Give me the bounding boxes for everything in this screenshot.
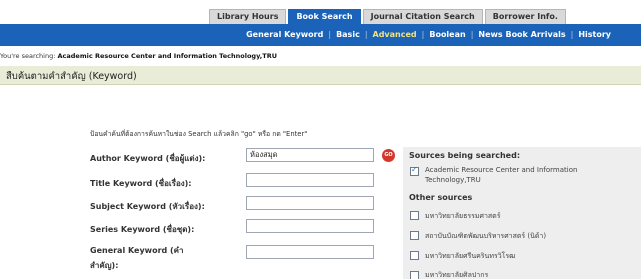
source-label-other-2: สถาบันบัณฑิตพัฒนบริหารศาสตร์ (นิด้า) — [425, 232, 547, 240]
source-label-other-1: มหาวิทยาลัยธรรมศาสตร์ — [425, 212, 501, 220]
author-keyword-input[interactable] — [246, 148, 374, 162]
tab-journal-citation-search[interactable]: Journal Citation Search — [362, 9, 483, 24]
title-keyword-input[interactable] — [246, 173, 374, 187]
source-checkbox-other-1[interactable] — [410, 211, 419, 220]
section-title: สืบค้นตามคำสำคัญ (Keyword) — [6, 71, 137, 82]
source-label-other-3: มหาวิทยาลัยศรีนครินทรวิโรฒ — [425, 252, 516, 260]
searching-line: You're searching: Academic Resource Cent… — [0, 52, 641, 64]
source-label-other-4: มหาวิทยาลัยศิลปากร — [425, 271, 489, 279]
nav-basic[interactable]: Basic — [336, 24, 360, 46]
section-header: สืบค้นตามคำสำคัญ (Keyword) — [0, 66, 641, 84]
source-checkbox-other-2[interactable] — [410, 231, 419, 240]
top-strip: Library Hours Book Search Journal Citati… — [0, 0, 641, 24]
search-instruction: ป้อนคำค้นที่ต้องการค้นหาในช่อง Search แล… — [90, 130, 308, 138]
nav-boolean[interactable]: Boolean — [429, 24, 465, 46]
nav-separator: | — [328, 30, 332, 39]
general-keyword-label-line2: สำคัญ): — [90, 261, 119, 270]
source-checkbox-other-3[interactable] — [410, 251, 419, 260]
general-keyword-label-line1: General Keyword (คำ — [90, 246, 184, 255]
sources-title: Sources being searched: — [409, 151, 521, 160]
series-keyword-label: Series Keyword (ชื่อชุด): — [90, 225, 195, 234]
nav-general-keyword[interactable]: General Keyword — [246, 24, 323, 46]
other-sources-title: Other sources — [409, 193, 473, 202]
searching-prefix: You're searching: — [0, 52, 56, 60]
source-checkbox-other-4[interactable] — [410, 271, 419, 279]
subject-keyword-label: Subject Keyword (หัวเรื่อง): — [90, 202, 205, 211]
nav-advanced[interactable]: Advanced — [373, 24, 417, 46]
nav-news-book-arrivals[interactable]: News Book Arrivals — [478, 24, 565, 46]
section-divider — [0, 84, 641, 85]
source-checkbox-tru[interactable] — [410, 165, 419, 176]
nav-separator: | — [470, 30, 474, 39]
author-keyword-label: Author Keyword (ชื่อผู้แต่ง): — [90, 154, 206, 163]
searching-library: Academic Resource Center and Information… — [57, 52, 278, 60]
main-tabs: Library Hours Book Search Journal Citati… — [209, 9, 568, 24]
nav-separator: | — [570, 30, 574, 39]
search-type-nav: General Keyword | Basic | Advanced | Boo… — [0, 24, 641, 46]
nav-history[interactable]: History — [578, 24, 611, 46]
tab-library-hours[interactable]: Library Hours — [209, 9, 287, 24]
subject-keyword-input[interactable] — [246, 196, 374, 210]
faded-banner-text — [6, 1, 186, 7]
series-keyword-input[interactable] — [246, 219, 374, 233]
source-label-tru-line1: Academic Resource Center and Information — [425, 166, 578, 174]
nav-separator: | — [421, 30, 425, 39]
general-keyword-input[interactable] — [246, 245, 374, 259]
tab-borrower-info[interactable]: Borrower Info. — [484, 9, 566, 24]
source-label-tru-line2: Technology,TRU — [425, 176, 481, 184]
title-keyword-label: Title Keyword (ชื่อเรื่อง): — [90, 179, 192, 188]
go-button[interactable]: GO — [382, 149, 395, 162]
tab-book-search[interactable]: Book Search — [288, 9, 361, 24]
sources-panel: Sources being searched: Academic Resourc… — [403, 147, 641, 279]
nav-separator: | — [364, 30, 368, 39]
